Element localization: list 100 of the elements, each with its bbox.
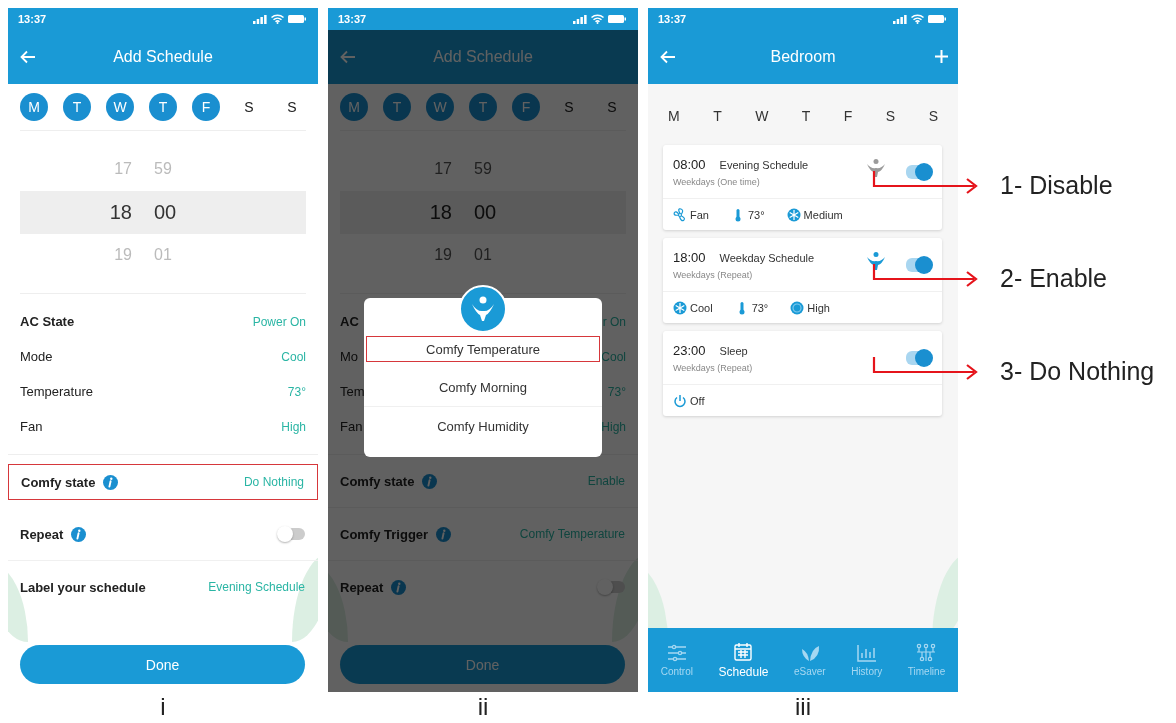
- setting-value[interactable]: Power On: [252, 314, 306, 329]
- back-arrow-icon[interactable]: [660, 50, 676, 64]
- day-toggle[interactable]: F: [512, 93, 540, 121]
- add-icon[interactable]: [935, 50, 948, 63]
- day-toggle[interactable]: S: [235, 93, 263, 121]
- day-toggle[interactable]: W: [106, 93, 134, 121]
- info-icon[interactable]: [436, 526, 452, 542]
- day-toggle[interactable]: T: [469, 93, 497, 121]
- schedule-toggle[interactable]: [906, 164, 930, 179]
- setting-value[interactable]: High: [281, 419, 306, 434]
- weekday-label: F: [843, 108, 853, 124]
- annotation-label: 3- Do Nothing: [1000, 356, 1155, 387]
- calendar-icon: [732, 641, 755, 662]
- hour-option[interactable]: 18: [109, 200, 132, 224]
- day-toggle[interactable]: M: [20, 93, 48, 121]
- minute-option[interactable]: 01: [474, 246, 492, 264]
- battery-icon: [928, 15, 946, 23]
- schedule-card[interactable]: 08:00 Evening Schedule Weekdays (One time) Fan 73° Medium: [663, 145, 942, 230]
- weekday-label: S: [928, 108, 938, 124]
- setting-value[interactable]: Cool: [601, 349, 626, 364]
- schedule-card[interactable]: 18:00 Weekday Schedule Weekdays (Repeat) Cool 73° High: [663, 238, 942, 323]
- hour-option[interactable]: 19: [434, 246, 452, 264]
- nav-tab[interactable]: eSaver: [792, 643, 828, 677]
- schedule-repeat: Weekdays (Repeat): [673, 269, 754, 280]
- done-button[interactable]: Done: [340, 645, 625, 684]
- schedule-time: 18:00: [673, 249, 706, 265]
- schedule-time: 23:00: [673, 342, 706, 358]
- setting-value[interactable]: Do Nothing: [243, 475, 304, 489]
- day-toggle[interactable]: T: [383, 93, 411, 121]
- minute-option[interactable]: 00: [474, 200, 497, 224]
- wifi-icon: [591, 14, 604, 24]
- setting-value[interactable]: 73°: [287, 384, 306, 399]
- setting-value[interactable]: r On: [602, 314, 626, 329]
- weekday-label: W: [755, 108, 769, 124]
- done-button[interactable]: Done: [20, 645, 305, 684]
- schedule-toggle[interactable]: [906, 350, 930, 365]
- hour-option[interactable]: 17: [434, 160, 452, 178]
- minute-option[interactable]: 01: [154, 246, 172, 264]
- day-toggle[interactable]: W: [426, 93, 454, 121]
- status-time: 13:37: [18, 13, 47, 25]
- figure-caption: ii: [477, 692, 489, 720]
- setting-value[interactable]: High: [601, 419, 626, 434]
- repeat-toggle[interactable]: [599, 581, 625, 593]
- figure-caption: i: [160, 692, 166, 720]
- setting-value[interactable]: 73°: [607, 384, 626, 399]
- status-time: 13:37: [658, 13, 687, 25]
- info-icon[interactable]: [71, 526, 87, 542]
- info-icon[interactable]: [391, 579, 407, 595]
- hour-option[interactable]: 19: [114, 246, 132, 264]
- setting-label: Comfy state: [340, 473, 415, 489]
- setting-label: Label your schedule: [20, 579, 146, 595]
- dialog-option[interactable]: Comfy Temperature: [366, 336, 600, 362]
- hour-option[interactable]: 17: [114, 160, 132, 178]
- power-icon: [673, 393, 687, 408]
- setting-label: Temperature: [20, 384, 93, 399]
- hour-option[interactable]: 18: [429, 200, 452, 224]
- weekday-label: S: [885, 108, 896, 124]
- setting-value[interactable]: Cool: [281, 349, 306, 364]
- nav-tab[interactable]: Schedule: [716, 641, 771, 679]
- day-toggle[interactable]: S: [598, 93, 626, 121]
- setting-value[interactable]: Enable: [587, 474, 625, 488]
- day-toggle[interactable]: T: [63, 93, 91, 121]
- setting-label: AC: [340, 314, 359, 329]
- back-arrow-icon[interactable]: [340, 50, 356, 64]
- signal-icon: [253, 14, 267, 24]
- signal-icon: [893, 14, 907, 24]
- setting-label: Fan: [340, 419, 363, 434]
- minute-option[interactable]: 59: [474, 160, 492, 178]
- info-icon[interactable]: [103, 474, 119, 490]
- nav-tab[interactable]: History: [849, 643, 885, 677]
- schedule-name: Weekday Schedule: [719, 251, 815, 264]
- info-icon[interactable]: [422, 473, 438, 489]
- repeat-toggle[interactable]: [279, 528, 305, 540]
- setting-value: High: [807, 301, 830, 314]
- minute-option[interactable]: 00: [154, 200, 177, 224]
- day-toggle[interactable]: F: [192, 93, 220, 121]
- screen-title: Bedroom: [770, 48, 836, 66]
- fan-icon: [673, 207, 687, 222]
- schedule-name: Sleep: [719, 344, 748, 357]
- fan-speed-icon: [790, 300, 805, 315]
- day-toggle[interactable]: T: [149, 93, 177, 121]
- schedule-name: Evening Schedule: [719, 158, 809, 171]
- nav-tab[interactable]: Control: [658, 643, 695, 677]
- setting-value[interactable]: Comfy Temperature: [519, 527, 625, 541]
- setting-value[interactable]: Evening Schedule: [208, 580, 305, 594]
- minute-option[interactable]: 59: [154, 160, 172, 178]
- snowflake-icon: [786, 207, 801, 222]
- schedule-toggle[interactable]: [906, 257, 930, 272]
- battery-icon: [288, 15, 306, 23]
- day-toggle[interactable]: S: [555, 93, 583, 121]
- back-arrow-icon[interactable]: [20, 50, 36, 64]
- schedule-card[interactable]: 23:00 Sleep Weekdays (Repeat) Off: [663, 331, 942, 416]
- setting-value: Fan: [690, 208, 709, 221]
- day-toggle[interactable]: M: [340, 93, 368, 121]
- day-toggle[interactable]: S: [278, 93, 306, 121]
- sliders-icon: [665, 643, 688, 663]
- signal-icon: [573, 14, 587, 24]
- network-icon: [915, 643, 938, 663]
- nav-tab[interactable]: Timeline: [905, 643, 948, 677]
- setting-value: 73°: [747, 208, 765, 221]
